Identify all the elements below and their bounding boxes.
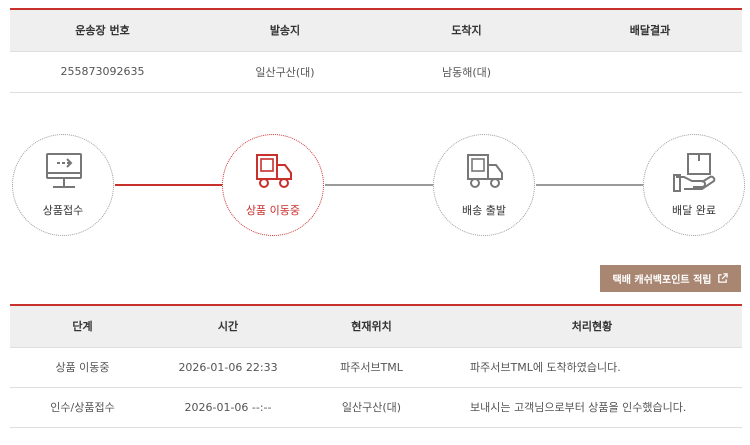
cashback-point-label: 택배 캐쉬백포인트 적립 <box>612 275 712 286</box>
origin-value: 일산구산(대) <box>255 65 315 79</box>
delivery-result-value <box>558 51 742 92</box>
history-status: 파주서브TML에 도착하였습니다. <box>470 361 621 374</box>
header-destination: 도착지 <box>451 24 482 38</box>
header-location: 현재위치 <box>351 320 392 334</box>
history-stage: 상품 이동중 <box>55 361 110 374</box>
delivery-progress-steps: 상품접수 상품 이동중 배송 출발 배달 완료 <box>0 134 750 238</box>
progress-line-pending-1 <box>325 184 435 186</box>
shipment-header-row: 운송장 번호 발송지 도착지 배달결과 <box>10 9 742 51</box>
destination-value: 남동해(대) <box>441 65 492 79</box>
step-out-for-delivery: 배송 출발 <box>433 134 535 236</box>
hand-box-icon <box>673 153 716 192</box>
header-tracking-number: 운송장 번호 <box>75 24 130 38</box>
tracking-history-table: 단계 시간 현재위치 처리현황 상품 이동중 2026-01-06 22:33 … <box>10 304 742 428</box>
tracking-number: 255873092635 <box>60 65 145 78</box>
history-time: 2026-01-06 22:33 <box>178 360 278 374</box>
history-location: 일산구산(대) <box>341 401 402 414</box>
moving-truck-icon <box>256 154 292 188</box>
table-row: 상품 이동중 2026-01-06 22:33 파주서브TML 파주서브TML에… <box>10 347 742 387</box>
history-header-row: 단계 시간 현재위치 처리현황 <box>10 305 742 347</box>
table-row: 인수/상품접수 2026-01-06 --:-- 일산구산(대) 보내시는 고객… <box>10 387 742 427</box>
step-received: 상품접수 <box>12 134 114 236</box>
header-delivery-result: 배달결과 <box>629 24 671 38</box>
step-label: 배송 출발 <box>462 204 506 217</box>
header-time: 시간 <box>217 320 239 334</box>
progress-line-pending-2 <box>536 184 645 186</box>
cashback-point-button[interactable]: 택배 캐쉬백포인트 적립 <box>600 265 741 292</box>
header-origin: 발송지 <box>269 24 301 38</box>
shipment-row: 255873092635 일산구산(대) 남동해(대) <box>10 51 742 92</box>
monitor-arrow-icon <box>46 153 82 188</box>
step-label: 상품접수 <box>42 204 84 217</box>
progress-line-complete <box>115 184 224 186</box>
shipment-summary-table: 운송장 번호 발송지 도착지 배달결과 255873092635 일산구산(대)… <box>10 8 742 93</box>
external-link-icon <box>718 273 729 283</box>
step-in-transit: 상품 이동중 <box>222 134 324 236</box>
history-stage: 인수/상품접수 <box>50 401 115 414</box>
delivery-truck-icon <box>467 154 503 188</box>
header-stage: 단계 <box>72 320 93 334</box>
step-label: 배달 완료 <box>672 204 716 217</box>
header-status: 처리현황 <box>571 320 613 334</box>
history-status: 보내시는 고객님으로부터 상품을 인수했습니다. <box>470 401 687 414</box>
step-delivered: 배달 완료 <box>643 134 745 236</box>
history-location: 파주서브TML <box>340 361 403 374</box>
history-time: 2026-01-06 --:-- <box>184 400 272 414</box>
step-label: 상품 이동중 <box>245 204 301 217</box>
